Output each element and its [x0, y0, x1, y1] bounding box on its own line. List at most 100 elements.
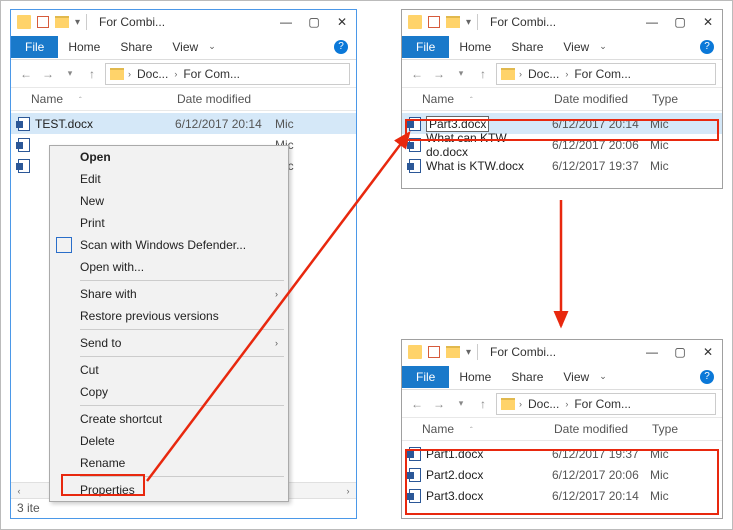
help-icon[interactable]: ? [700, 370, 714, 384]
recent-dropdown-icon[interactable]: ▾ [452, 395, 470, 413]
close-button[interactable]: ✕ [694, 341, 722, 363]
ctx-rename[interactable]: Rename [50, 452, 288, 474]
nav-bar: ← → ▾ ↑ › Doc... › For Com... [11, 60, 356, 88]
ctx-print[interactable]: Print [50, 212, 288, 234]
folder-icon [17, 15, 31, 29]
explorer-window-b: ▾ For Combi... — ▢ ✕ File Home Share Vie… [401, 9, 723, 189]
back-button[interactable]: ← [17, 65, 35, 83]
breadcrumb[interactable]: › Doc... › For Com... [496, 393, 716, 415]
maximize-button[interactable]: ▢ [300, 11, 328, 33]
recent-dropdown-icon[interactable]: ▾ [61, 65, 79, 83]
ribbon-expand-icon[interactable]: ⌄ [208, 41, 216, 52]
separator [80, 280, 284, 281]
separator [80, 405, 284, 406]
col-date[interactable]: Date modified [554, 92, 652, 106]
ctx-copy[interactable]: Copy [50, 381, 288, 403]
scroll-right-button[interactable]: › [340, 484, 356, 498]
forward-button[interactable]: → [430, 65, 448, 83]
view-tab[interactable]: View [162, 36, 208, 58]
col-date[interactable]: Date modified [554, 422, 652, 436]
nav-bar: ← → ▾ ↑ › Doc... › For Com... [402, 60, 722, 88]
home-tab[interactable]: Home [449, 36, 501, 58]
file-row[interactable]: TEST.docx 6/12/2017 20:14 Mic [11, 113, 356, 134]
breadcrumb[interactable]: › Doc... › For Com... [496, 63, 716, 85]
close-button[interactable]: ✕ [694, 11, 722, 33]
minimize-button[interactable]: — [638, 11, 666, 33]
ctx-open[interactable]: Open [50, 146, 288, 168]
breadcrumb-segment[interactable]: For Com... [572, 67, 633, 81]
back-button[interactable]: ← [408, 65, 426, 83]
separator [86, 14, 87, 30]
qa-dropdown-icon[interactable]: ▾ [75, 17, 80, 28]
arrow-windowb-to-windowc [541, 196, 581, 336]
col-name[interactable]: Nameˆ [408, 92, 554, 106]
folder-icon [446, 346, 460, 358]
qa-dropdown-icon[interactable]: ▾ [466, 17, 471, 28]
titlebar: ▾ For Combi... — ▢ ✕ [402, 10, 722, 34]
help-icon[interactable]: ? [700, 40, 714, 54]
up-button[interactable]: ↑ [83, 65, 101, 83]
quick-access-icon [428, 16, 440, 28]
ctx-delete[interactable]: Delete [50, 430, 288, 452]
breadcrumb[interactable]: › Doc... › For Com... [105, 63, 350, 85]
minimize-button[interactable]: — [638, 341, 666, 363]
breadcrumb-segment[interactable]: Doc... [526, 397, 561, 411]
home-tab[interactable]: Home [58, 36, 110, 58]
help-icon[interactable]: ? [334, 40, 348, 54]
qa-dropdown-icon[interactable]: ▾ [466, 347, 471, 358]
ctx-restore[interactable]: Restore previous versions [50, 305, 288, 327]
ctx-cut[interactable]: Cut [50, 359, 288, 381]
view-tab[interactable]: View [553, 36, 599, 58]
view-tab[interactable]: View [553, 366, 599, 388]
forward-button[interactable]: → [39, 65, 57, 83]
file-name: What is KTW.docx [426, 159, 552, 173]
highlight-rename-row [405, 119, 719, 141]
column-headers: Nameˆ Date modified [11, 88, 356, 111]
breadcrumb-segment[interactable]: Doc... [135, 67, 170, 81]
file-row[interactable]: What is KTW.docx 6/12/2017 19:37 Mic [402, 155, 722, 176]
highlight-result-rows [405, 449, 719, 515]
file-tab[interactable]: File [402, 366, 449, 388]
recent-dropdown-icon[interactable]: ▾ [452, 65, 470, 83]
close-button[interactable]: ✕ [328, 11, 356, 33]
col-name[interactable]: Nameˆ [408, 422, 554, 436]
col-type[interactable]: Type [652, 422, 682, 436]
file-tab[interactable]: File [11, 36, 58, 58]
file-tab[interactable]: File [402, 36, 449, 58]
scroll-left-button[interactable]: ‹ [11, 484, 27, 498]
home-tab[interactable]: Home [449, 366, 501, 388]
share-tab[interactable]: Share [501, 36, 553, 58]
ctx-sendto[interactable]: Send to› [50, 332, 288, 354]
breadcrumb-segment[interactable]: For Com... [181, 67, 242, 81]
up-button[interactable]: ↑ [474, 65, 492, 83]
ctx-sharewith[interactable]: Share with› [50, 283, 288, 305]
chevron-right-icon: › [275, 289, 278, 299]
maximize-button[interactable]: ▢ [666, 11, 694, 33]
folder-icon [446, 16, 460, 28]
col-name[interactable]: Nameˆ [17, 92, 177, 106]
share-tab[interactable]: Share [110, 36, 162, 58]
titlebar: ▾ For Combi... — ▢ ✕ [402, 340, 722, 364]
maximize-button[interactable]: ▢ [666, 341, 694, 363]
column-headers: Nameˆ Date modified Type [402, 418, 722, 441]
ctx-openwith[interactable]: Open with... [50, 256, 288, 278]
minimize-button[interactable]: — [272, 11, 300, 33]
file-type: Mic [275, 117, 303, 131]
file-date: 6/12/2017 19:37 [552, 159, 650, 173]
up-button[interactable]: ↑ [474, 395, 492, 413]
breadcrumb-segment[interactable]: For Com... [572, 397, 633, 411]
breadcrumb-segment[interactable]: Doc... [526, 67, 561, 81]
forward-button[interactable]: → [430, 395, 448, 413]
col-type[interactable]: Type [652, 92, 682, 106]
share-tab[interactable]: Share [501, 366, 553, 388]
ctx-shortcut[interactable]: Create shortcut [50, 408, 288, 430]
ribbon-expand-icon[interactable]: ⌄ [599, 371, 607, 382]
ctx-edit[interactable]: Edit [50, 168, 288, 190]
ctx-defender[interactable]: Scan with Windows Defender... [50, 234, 288, 256]
col-date[interactable]: Date modified [177, 92, 277, 106]
folder-icon [110, 68, 124, 80]
ctx-new[interactable]: New [50, 190, 288, 212]
nav-bar: ← → ▾ ↑ › Doc... › For Com... [402, 390, 722, 418]
ribbon-expand-icon[interactable]: ⌄ [599, 41, 607, 52]
back-button[interactable]: ← [408, 395, 426, 413]
